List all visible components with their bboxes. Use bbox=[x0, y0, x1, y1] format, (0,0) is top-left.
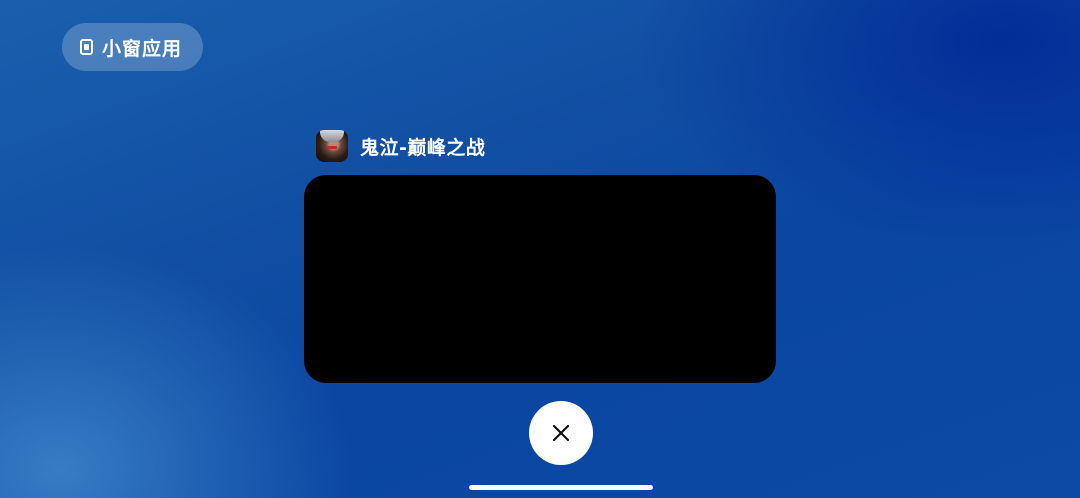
recent-app-header: 鬼泣-巅峰之战 bbox=[316, 130, 485, 162]
clear-recents-button[interactable] bbox=[529, 401, 593, 465]
devil-may-cry-app-icon bbox=[316, 130, 348, 162]
recent-app-title: 鬼泣-巅峰之战 bbox=[360, 136, 486, 159]
floating-window-apps-label: 小窗应用 bbox=[102, 37, 183, 60]
recent-app-window-preview[interactable] bbox=[304, 175, 776, 383]
recents-screen: 小窗应用 鬼泣-巅峰之战 bbox=[0, 0, 1080, 498]
small-window-icon bbox=[80, 39, 93, 55]
home-indicator[interactable] bbox=[469, 485, 653, 490]
close-icon bbox=[552, 424, 570, 442]
floating-window-apps-button[interactable]: 小窗应用 bbox=[62, 23, 203, 71]
